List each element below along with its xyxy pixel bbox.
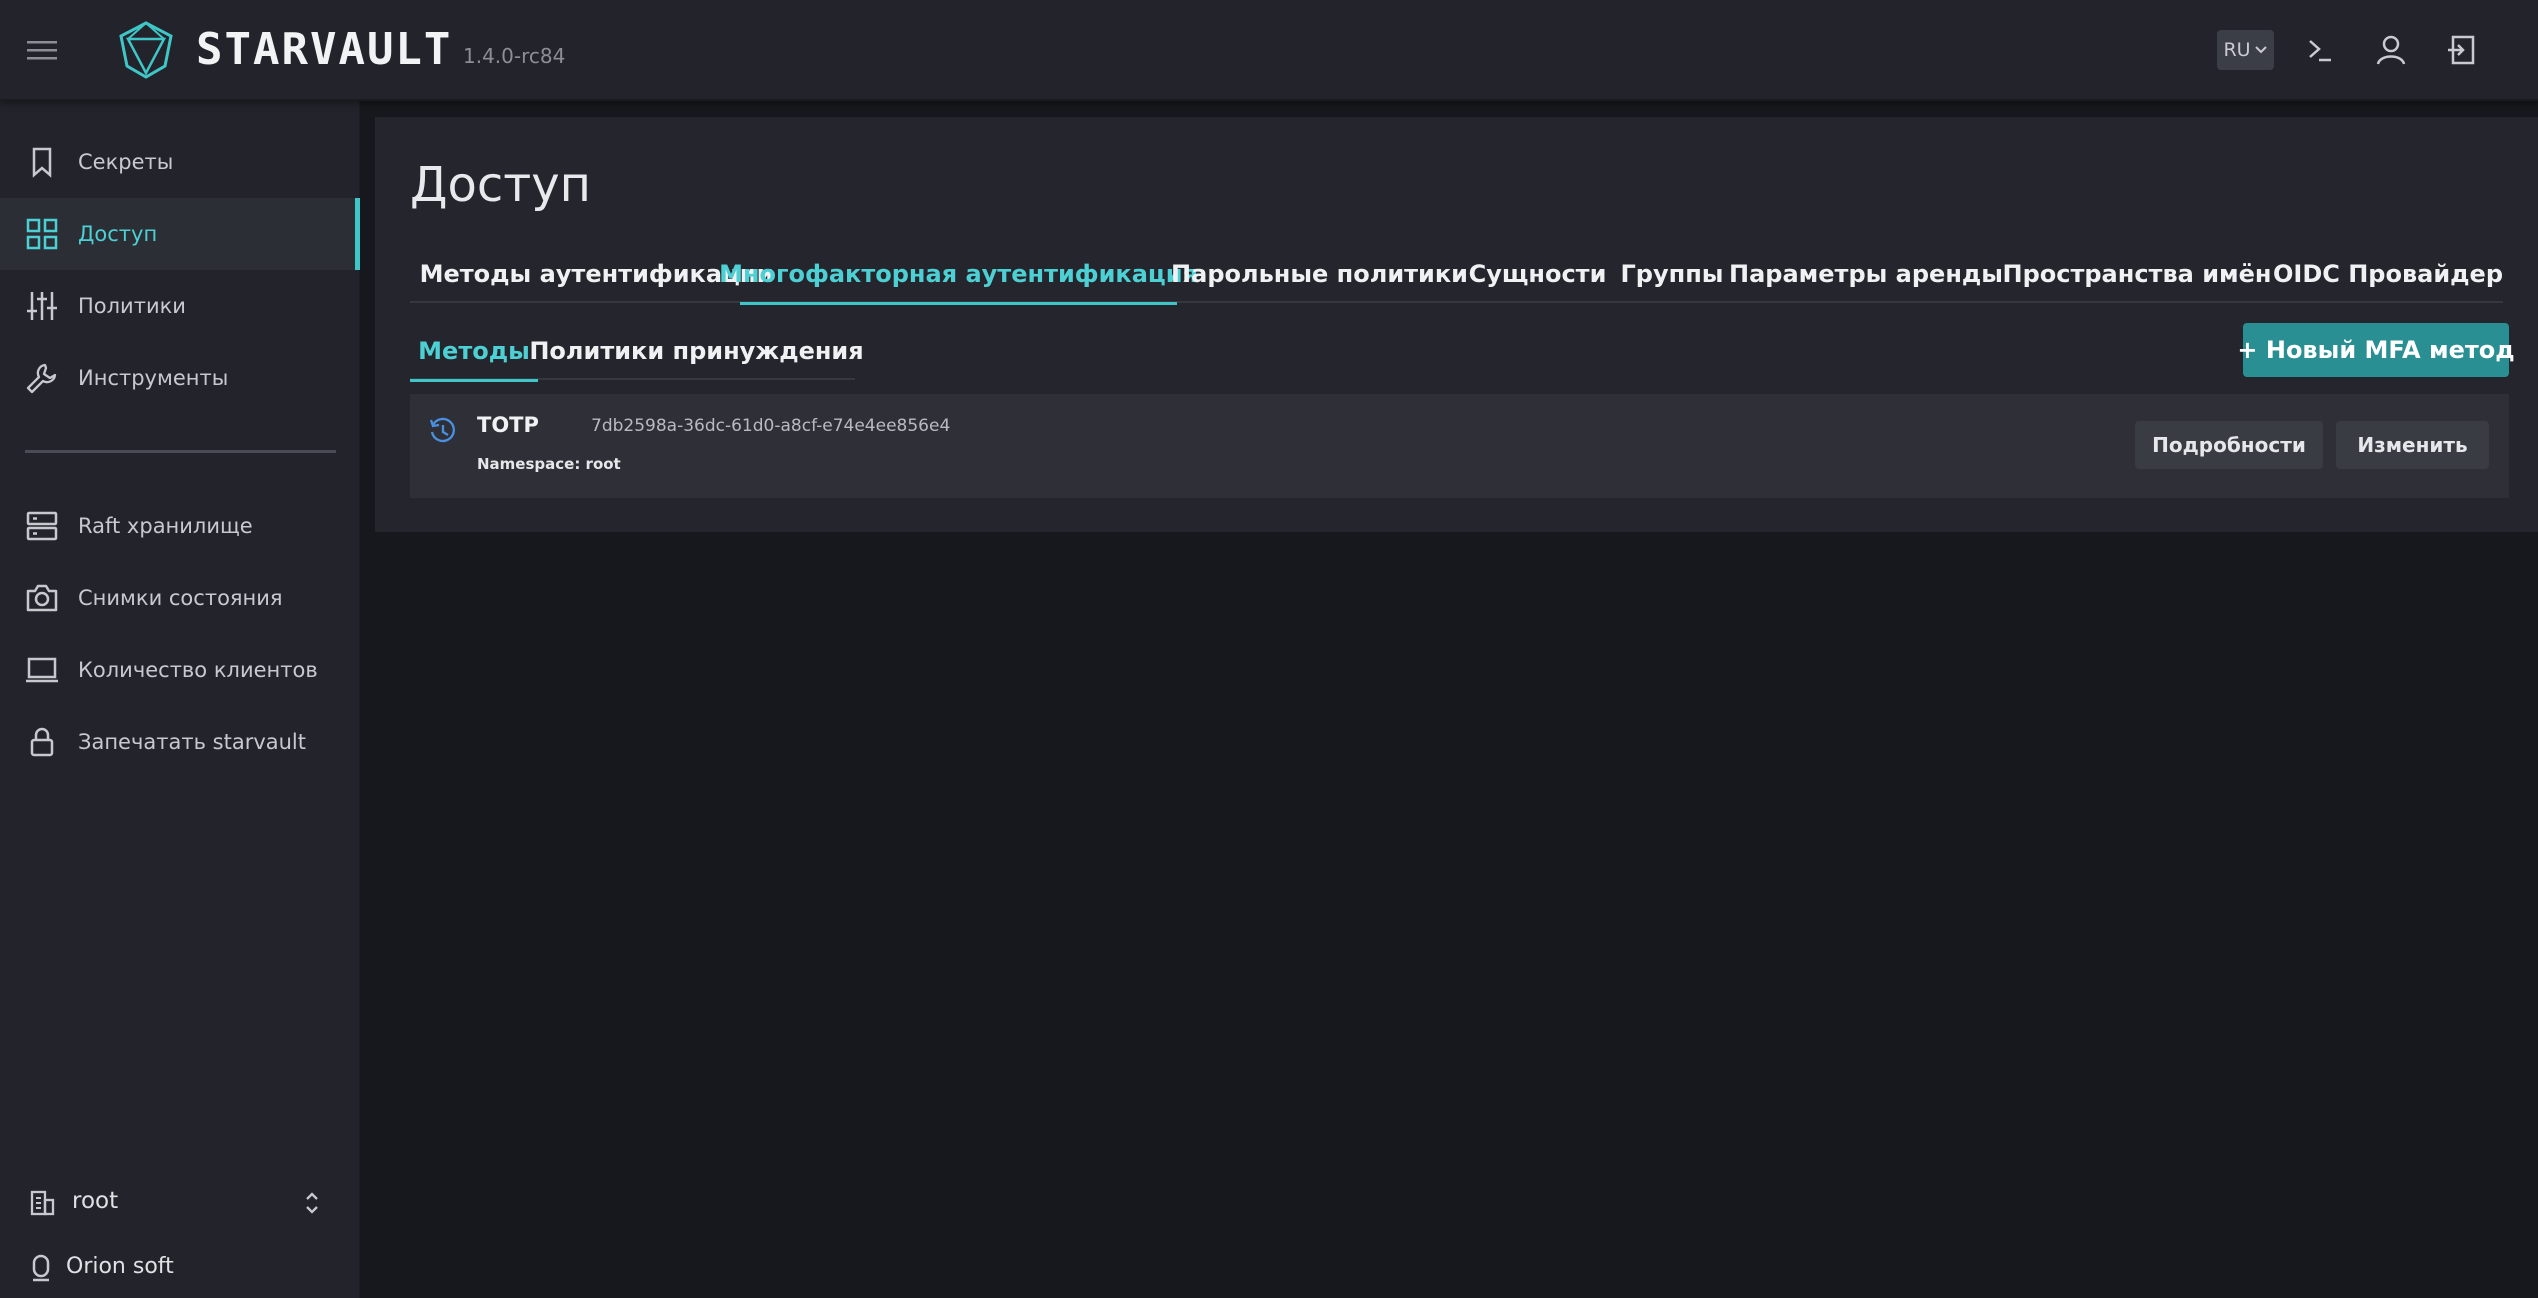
tab-namespaces[interactable]: Пространства имён bbox=[2001, 245, 2273, 303]
tab-bar: Методы аутентификации Многофакторная аут… bbox=[410, 245, 2503, 305]
subtab-methods[interactable]: Методы bbox=[410, 322, 538, 382]
tab-groups[interactable]: Группы bbox=[1613, 245, 1731, 303]
list-item[interactable]: TOTP 7db2598a-36dc-61d0-a8cf-e74e4ee856e… bbox=[410, 394, 2509, 498]
history-icon bbox=[428, 416, 458, 446]
method-type: TOTP bbox=[477, 413, 539, 437]
menu-icon[interactable] bbox=[25, 36, 59, 64]
terminal-icon[interactable] bbox=[2302, 32, 2338, 68]
details-button[interactable]: Подробности bbox=[2135, 421, 2323, 469]
chevron-down-icon bbox=[2254, 46, 2267, 54]
sidebar-item-secrets[interactable]: Секреты bbox=[0, 126, 360, 198]
organization-label: Orion soft bbox=[0, 1243, 360, 1293]
sidebar-item-label: Инструменты bbox=[78, 366, 229, 390]
organization-name: Orion soft bbox=[66, 1254, 174, 1279]
edit-button[interactable]: Изменить bbox=[2336, 421, 2489, 469]
tab-entities[interactable]: Сущности bbox=[1462, 245, 1613, 303]
sidebar-divider bbox=[25, 450, 336, 453]
sidebar-item-label: Доступ bbox=[78, 222, 158, 246]
grid-icon bbox=[25, 217, 59, 251]
monitor-icon bbox=[25, 653, 59, 687]
method-namespace: Namespace: root bbox=[477, 455, 621, 473]
sidebar: Секреты Доступ Политики Инструменты Raft… bbox=[0, 101, 360, 1298]
sidebar-item-label: Raft хранилище bbox=[78, 514, 253, 538]
sidebar-item-client-count[interactable]: Количество клиентов bbox=[0, 634, 360, 706]
tab-password-policies[interactable]: Парольные политики bbox=[1171, 245, 1468, 303]
tab-mfa[interactable]: Многофакторная аутентификация bbox=[719, 245, 1198, 305]
subtab-bar: Методы Политики принуждения bbox=[410, 322, 864, 382]
new-mfa-method-button[interactable]: + Новый MFA метод bbox=[2237, 323, 2515, 377]
tab-oidc-provider[interactable]: OIDC Провайдер bbox=[2273, 245, 2503, 303]
orion-logo-icon bbox=[28, 1253, 54, 1283]
camera-icon bbox=[25, 581, 59, 615]
method-id: 7db2598a-36dc-61d0-a8cf-e74e4ee856e4 bbox=[591, 416, 951, 436]
sidebar-item-label: Запечатать starvault bbox=[78, 730, 306, 754]
server-icon bbox=[25, 509, 59, 543]
main-panel: Доступ Методы аутентификации Многофактор… bbox=[375, 117, 2538, 532]
wrench-icon bbox=[25, 361, 59, 395]
version-label: 1.4.0-rc84 bbox=[463, 44, 566, 68]
language-select[interactable]: RU bbox=[2217, 30, 2274, 70]
sidebar-item-label: Количество клиентов bbox=[78, 658, 318, 682]
sidebar-item-label: Секреты bbox=[78, 150, 174, 174]
sliders-icon bbox=[25, 289, 59, 323]
brand-name: STARVAULT bbox=[196, 24, 453, 75]
sidebar-item-raft-storage[interactable]: Raft хранилище bbox=[0, 490, 360, 562]
user-icon[interactable] bbox=[2373, 32, 2409, 68]
sidebar-item-snapshots[interactable]: Снимки состояния bbox=[0, 562, 360, 634]
top-bar: STARVAULT 1.4.0-rc84 RU bbox=[0, 0, 2538, 101]
bookmark-icon bbox=[25, 145, 59, 179]
namespace-switcher[interactable]: root bbox=[0, 1174, 360, 1232]
namespace-name: root bbox=[72, 1188, 119, 1214]
sidebar-item-access[interactable]: Доступ bbox=[0, 198, 360, 270]
tab-lease-settings[interactable]: Параметры аренды bbox=[1729, 245, 2003, 303]
sidebar-item-label: Снимки состояния bbox=[78, 586, 283, 610]
language-value: RU bbox=[2223, 39, 2251, 61]
logout-icon[interactable] bbox=[2444, 32, 2480, 68]
lock-icon bbox=[25, 725, 59, 759]
page-title: Доступ bbox=[410, 157, 592, 213]
building-icon bbox=[28, 1187, 56, 1217]
subtab-enforcement-policies[interactable]: Политики принуждения bbox=[529, 322, 863, 380]
sidebar-item-tools[interactable]: Инструменты bbox=[0, 342, 360, 414]
sidebar-item-policies[interactable]: Политики bbox=[0, 270, 360, 342]
sidebar-item-seal[interactable]: Запечатать starvault bbox=[0, 706, 360, 778]
chevron-up-down-icon bbox=[302, 1188, 322, 1218]
logo-icon[interactable] bbox=[118, 20, 174, 80]
sidebar-item-label: Политики bbox=[78, 294, 186, 318]
